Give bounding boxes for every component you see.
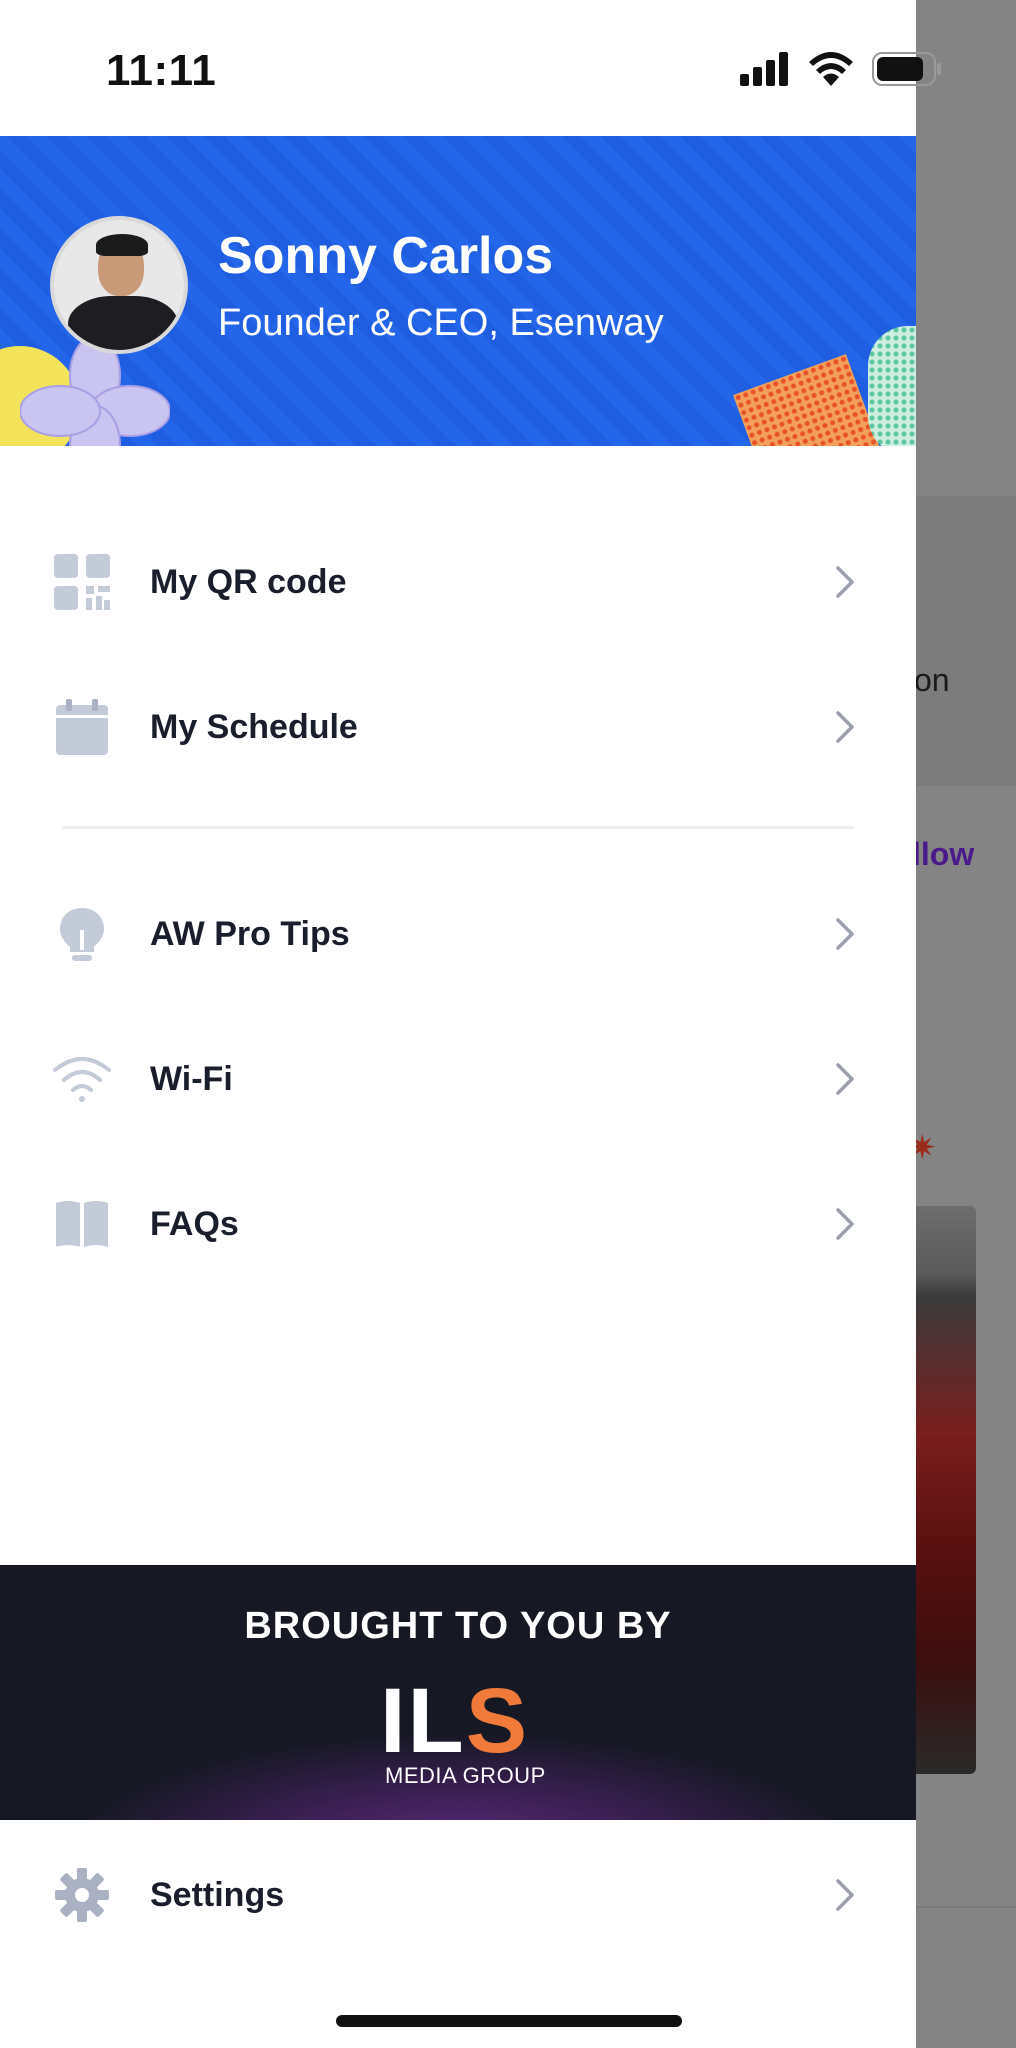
book-icon xyxy=(52,1194,112,1254)
lightbulb-icon xyxy=(52,904,112,964)
wifi-status-icon xyxy=(809,52,853,86)
menu-item-label: My QR code xyxy=(150,562,347,601)
menu-item-label: FAQs xyxy=(150,1204,239,1243)
logo-sub-text: MEDIA GROUP xyxy=(385,1763,546,1788)
menu-item-wi-fi[interactable]: Wi-Fi xyxy=(0,1024,916,1134)
home-indicator[interactable] xyxy=(336,2015,682,2027)
background-photo[interactable] xyxy=(912,1206,976,1774)
menu-item-label: AW Pro Tips xyxy=(150,914,350,953)
menu-item-settings[interactable]: Settings xyxy=(0,1840,916,1950)
menu-item-my-schedule[interactable]: My Schedule xyxy=(0,672,916,782)
decorative-shape xyxy=(868,326,916,446)
background-text: on xyxy=(914,662,950,698)
gear-icon xyxy=(52,1865,112,1925)
logo-main-text: ILS xyxy=(380,1670,530,1772)
sponsor-banner[interactable]: BROUGHT TO YOU BY ILS MEDIA GROUP xyxy=(0,1565,916,1820)
menu-item-aw-pro-tips[interactable]: AW Pro Tips xyxy=(0,879,916,989)
chevron-right-icon xyxy=(836,1208,854,1240)
status-time: 11:11 xyxy=(106,46,217,95)
menu-item-faqs[interactable]: FAQs xyxy=(0,1169,916,1279)
status-bar: 11:11 xyxy=(0,0,941,136)
menu-item-label: My Schedule xyxy=(150,707,358,746)
chevron-right-icon xyxy=(836,1879,854,1911)
sponsor-heading: BROUGHT TO YOU BY xyxy=(244,1605,672,1647)
ils-media-group-logo: ILS MEDIA GROUP xyxy=(380,1670,550,1788)
menu-divider xyxy=(62,826,854,829)
menu-item-label: Settings xyxy=(150,1875,285,1914)
calendar-icon xyxy=(52,697,112,757)
background-card xyxy=(915,496,1016,786)
profile-header[interactable]: Sonny Carlos Founder & CEO, Esenway xyxy=(0,136,916,446)
menu-item-my-qr-code[interactable]: My QR code xyxy=(0,527,916,637)
cellular-signal-icon xyxy=(740,52,788,86)
decorative-flower xyxy=(20,336,170,446)
chevron-right-icon xyxy=(836,711,854,743)
avatar[interactable] xyxy=(50,216,188,354)
profile-title: Founder & CEO, Esenway xyxy=(218,302,664,344)
decorative-shape xyxy=(733,354,887,446)
chevron-right-icon xyxy=(836,1063,854,1095)
menu-item-label: Wi-Fi xyxy=(150,1059,233,1098)
profile-name: Sonny Carlos xyxy=(218,227,554,285)
background-divider xyxy=(912,1906,1016,1908)
status-icons xyxy=(740,52,942,86)
side-drawer: 11:11 Sonny Carlos Founder & CEO, Esenwa… xyxy=(0,0,941,2048)
wifi-icon xyxy=(52,1049,112,1109)
chevron-right-icon xyxy=(836,918,854,950)
avatar-hair xyxy=(96,234,148,256)
chevron-right-icon xyxy=(836,566,854,598)
battery-icon xyxy=(872,52,941,86)
avatar-body xyxy=(68,296,178,350)
background-follow-link[interactable]: llow xyxy=(912,836,974,873)
qr-code-icon xyxy=(52,552,112,612)
